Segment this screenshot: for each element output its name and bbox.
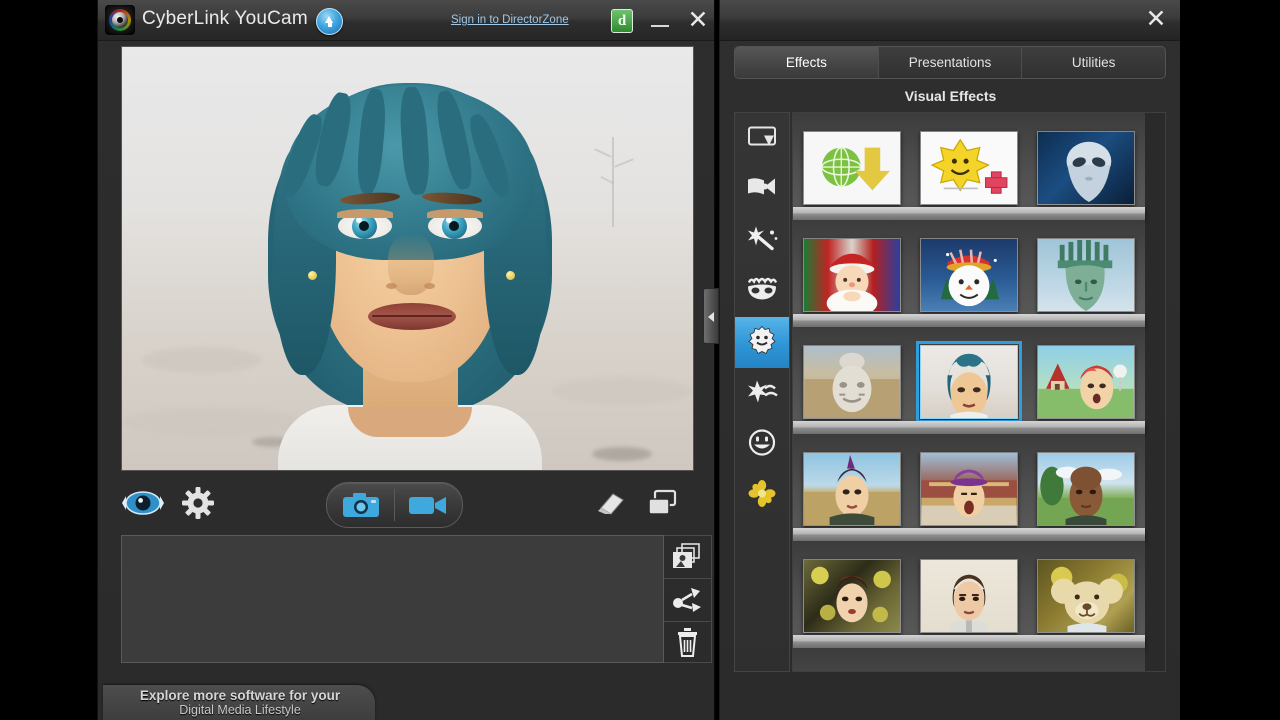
magic-wand-icon	[746, 224, 778, 257]
youcam-logo-icon	[105, 5, 135, 35]
captured-media-strip[interactable]	[121, 535, 664, 663]
webcam-preview[interactable]	[121, 46, 694, 471]
tab-presentations[interactable]: Presentations	[879, 47, 1023, 78]
flower-icon	[748, 479, 776, 512]
sidebar-item-avatars[interactable]	[735, 317, 789, 368]
youcam-main-window: CyberLink YouCam Sign in to DirectorZone…	[97, 0, 715, 720]
effect-teddy-bear[interactable]	[1037, 559, 1136, 633]
trash-icon[interactable]	[664, 622, 711, 664]
effects-tabbar: Effects Presentations Utilities	[734, 46, 1166, 79]
effects-shelf-row-partial	[793, 648, 1145, 671]
tab-effects[interactable]: Effects	[735, 47, 879, 78]
effect-red-bandana[interactable]	[1037, 345, 1136, 419]
effect-alien[interactable]	[1037, 131, 1136, 205]
gallery-tools	[664, 535, 712, 663]
distortion-icon	[745, 377, 779, 410]
eye-face-tracking-icon[interactable]	[121, 488, 165, 518]
download-frame-icon	[747, 124, 777, 153]
snapshot-button[interactable]	[341, 491, 381, 519]
effect-download-more[interactable]	[802, 131, 901, 205]
carnival-mask-icon	[745, 275, 779, 308]
effect-add-new[interactable]	[919, 131, 1018, 205]
directorzone-badge-icon[interactable]: d	[611, 9, 633, 33]
promo-banner-line2: Digital Media Lifestyle	[179, 703, 301, 717]
effects-shelf-row	[793, 541, 1145, 648]
sidebar-item-masks[interactable]	[735, 266, 789, 317]
effect-snowman[interactable]	[919, 238, 1018, 312]
screenshot-root: CyberLink YouCam Sign in to DirectorZone…	[0, 0, 1280, 720]
close-icon: ✕	[687, 6, 709, 34]
titlebar: CyberLink YouCam Sign in to DirectorZone…	[98, 0, 714, 41]
close-button[interactable]: ✕	[684, 7, 712, 35]
tab-utilities[interactable]: Utilities	[1022, 47, 1165, 78]
avatar-face	[260, 75, 560, 470]
effects-shelf-row	[793, 327, 1145, 434]
sidebar-item-my-effects[interactable]	[735, 113, 789, 164]
directorzone-signin-link[interactable]: Sign in to DirectorZone	[451, 14, 569, 26]
effects-category-heading: Visual Effects	[904, 88, 997, 104]
effect-purple-hat[interactable]	[919, 452, 1018, 526]
effect-punk[interactable]	[802, 452, 901, 526]
flag-bow-icon	[746, 174, 778, 205]
preview-video-frame	[122, 47, 693, 470]
effects-panel-titlebar: ✕	[720, 0, 1180, 41]
preview-controls	[121, 480, 694, 528]
dual-window-icon[interactable]	[646, 488, 678, 518]
record-video-button[interactable]	[407, 491, 449, 519]
effect-terracotta[interactable]	[802, 345, 901, 419]
sidebar-item-frames[interactable]	[735, 164, 789, 215]
effects-shelf-row	[793, 113, 1145, 220]
upgrade-arrow-icon[interactable]	[316, 8, 343, 35]
collapse-left-arrow-icon[interactable]	[703, 288, 719, 344]
minimize-button[interactable]	[646, 12, 674, 32]
sidebar-item-distortions[interactable]	[735, 368, 789, 419]
effects-panel: ✕ Effects Presentations Utilities Visual…	[719, 0, 1180, 720]
effects-shelves	[793, 113, 1145, 671]
effects-grid-scrollarea[interactable]	[792, 112, 1166, 672]
share-icon[interactable]	[664, 579, 711, 622]
effects-shelf-row	[793, 434, 1145, 541]
capture-button-group	[326, 482, 463, 528]
effect-santa[interactable]	[802, 238, 901, 312]
eraser-icon[interactable]	[594, 490, 626, 516]
effect-blue-hair[interactable]	[915, 341, 1022, 423]
effects-body	[734, 112, 1166, 672]
promo-banner-line1: Explore more software for your	[139, 688, 341, 703]
gear-icon[interactable]	[181, 486, 215, 520]
promo-banner[interactable]: Explore more software for your Digital M…	[103, 685, 375, 720]
effects-category-sidebar	[734, 112, 790, 672]
effects-panel-close-icon[interactable]: ✕	[1142, 6, 1170, 34]
effect-liberty[interactable]	[1037, 238, 1136, 312]
sidebar-item-particles[interactable]	[735, 215, 789, 266]
app-title: CyberLink YouCam	[142, 8, 308, 29]
capture-gallery-icon[interactable]	[664, 536, 711, 579]
smiley-icon	[748, 428, 776, 461]
sidebar-item-emotions[interactable]	[735, 419, 789, 470]
avatar-face-icon	[747, 325, 777, 360]
effects-shelf-row	[793, 220, 1145, 327]
sidebar-item-filters[interactable]	[735, 470, 789, 521]
effect-plain-man[interactable]	[919, 559, 1018, 633]
effect-bald-man[interactable]	[1037, 452, 1136, 526]
effect-flower-girl[interactable]	[802, 559, 901, 633]
